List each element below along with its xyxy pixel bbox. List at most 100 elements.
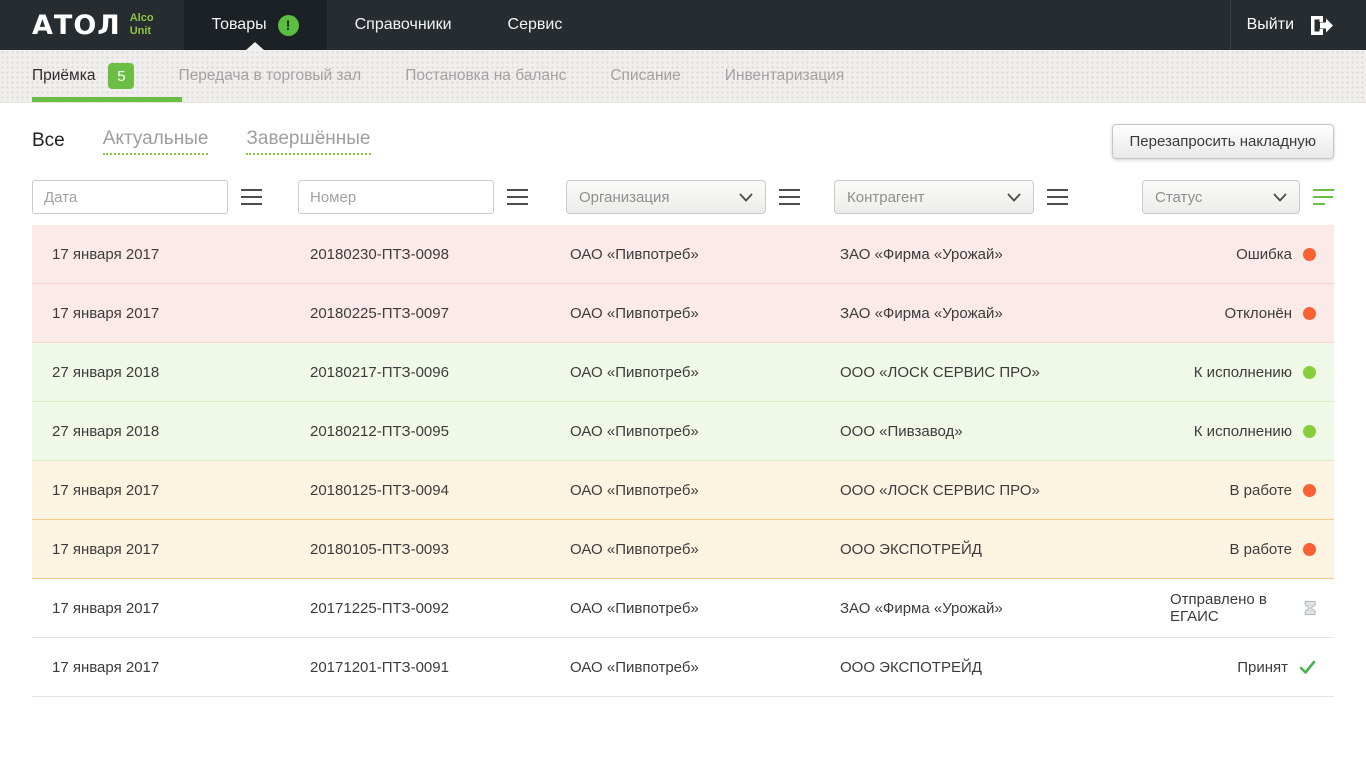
main-menu: Товары ! Справочники Сервис [184,0,591,50]
status-label: Принят [1237,659,1288,676]
menu-item-service-label: Сервис [508,16,563,34]
navbar-spacer [590,0,1229,50]
logout-icon [1307,12,1334,39]
row-organization: ОАО «Пивпотреб» [570,246,840,263]
table-row[interactable]: 17 января 2017 20171201-ПТЗ-0091 ОАО «Пи… [32,638,1334,697]
counterparty-dropdown[interactable]: Контрагент [834,180,1034,214]
status-label: Ошибка [1236,246,1292,263]
status-dot-icon [1303,366,1316,379]
tab-priemka-label: Приёмка [32,67,95,85]
menu-item-directories[interactable]: Справочники [327,0,480,50]
table-row[interactable]: 17 января 2017 20180230-ПТЗ-0098 ОАО «Пи… [32,225,1334,284]
status-label: К исполнению [1194,423,1292,440]
number-filter-input[interactable] [298,180,494,214]
row-date: 27 января 2018 [52,364,310,381]
tab-inventarizaciya[interactable]: Инвентаризация [725,50,844,102]
alco-unit-label: AlcoUnit [130,12,154,38]
view-filter-row: Все Актуальные Завершённые Перезапросить… [32,123,1334,159]
chevron-down-icon [1273,193,1287,202]
tab-spisanie-label: Списание [610,67,680,85]
organization-dropdown[interactable]: Организация [566,180,766,214]
menu-item-goods-label: Товары [212,16,267,34]
organization-filter-menu-icon[interactable] [779,189,800,205]
row-date: 17 января 2017 [52,305,310,322]
tab-peredacha[interactable]: Передача в торговый зал [178,50,361,102]
row-counterparty: ООО ЭКСПОТРЕЙД [840,659,1170,676]
status-dot-icon [1303,425,1316,438]
row-date: 17 января 2017 [52,482,310,499]
row-number: 20180230-ПТЗ-0098 [310,246,570,263]
documents-table: 17 января 2017 20180230-ПТЗ-0098 ОАО «Пи… [32,225,1334,697]
table-row[interactable]: 17 января 2017 20180105-ПТЗ-0093 ОАО «Пи… [32,520,1334,579]
row-counterparty: ЗАО «Фирма «Урожай» [840,305,1170,322]
status-label: Отклонён [1225,305,1292,322]
row-number: 20180105-ПТЗ-0093 [310,541,570,558]
row-organization: ОАО «Пивпотреб» [570,541,840,558]
exclamation-badge-icon: ! [278,15,299,36]
status-label: Отправлено в ЕГАИС [1170,591,1293,625]
view-filter-finished[interactable]: Завершённые [246,128,370,155]
table-row[interactable]: 17 января 2017 20180125-ПТЗ-0094 ОАО «Пи… [32,461,1334,520]
chevron-down-icon [739,193,753,202]
tab-postanovka-label: Постановка на баланс [405,67,566,85]
counterparty-filter-menu-icon[interactable] [1047,189,1068,205]
status-dropdown[interactable]: Статус [1142,180,1300,214]
column-filter-row: Организация Контрагент Статус [32,180,1334,214]
row-number: 20171201-ПТЗ-0091 [310,659,570,676]
priemka-count-badge: 5 [108,63,134,89]
row-organization: ОАО «Пивпотреб» [570,659,840,676]
row-organization: ОАО «Пивпотреб» [570,482,840,499]
status-label: В работе [1229,482,1292,499]
atol-logo: АТОЛ [32,10,121,41]
row-organization: ОАО «Пивпотреб» [570,600,840,617]
organization-dropdown-label: Организация [579,189,669,206]
main-content: Все Актуальные Завершённые Перезапросить… [0,123,1366,697]
brand-logo: АТОЛ AlcoUnit [0,0,154,50]
counterparty-dropdown-label: Контрагент [847,189,925,206]
view-filter-all[interactable]: Все [32,130,65,152]
status-dot-icon [1303,307,1316,320]
row-counterparty: ЗАО «Фирма «Урожай» [840,600,1170,617]
table-row[interactable]: 27 января 2018 20180212-ПТЗ-0095 ОАО «Пи… [32,402,1334,461]
row-date: 17 января 2017 [52,659,310,676]
status-filter-menu-icon[interactable] [1313,189,1334,205]
row-counterparty: ООО «ЛОСК СЕРВИС ПРО» [840,364,1170,381]
top-navbar: АТОЛ AlcoUnit Товары ! Справочники Серви… [0,0,1366,50]
hourglass-icon [1304,599,1316,617]
date-filter-input[interactable] [32,180,228,214]
row-status: В работе [1170,541,1334,558]
row-organization: ОАО «Пивпотреб» [570,423,840,440]
logout-button[interactable]: Выйти [1230,0,1366,50]
tab-inventarizaciya-label: Инвентаризация [725,67,844,85]
view-filter-actual[interactable]: Актуальные [103,128,209,155]
row-date: 17 января 2017 [52,541,310,558]
row-counterparty: ООО ЭКСПОТРЕЙД [840,541,1170,558]
row-number: 20180217-ПТЗ-0096 [310,364,570,381]
number-filter-menu-icon[interactable] [507,189,528,205]
status-label: К исполнению [1194,364,1292,381]
status-dropdown-label: Статус [1155,189,1202,206]
menu-item-goods[interactable]: Товары ! [184,0,327,50]
row-status: К исполнению [1170,423,1334,440]
date-filter-menu-icon[interactable] [241,189,262,205]
table-row[interactable]: 17 января 2017 20171225-ПТЗ-0092 ОАО «Пи… [32,579,1334,638]
row-status: Ошибка [1170,246,1334,263]
requery-invoice-button[interactable]: Перезапросить накладную [1112,124,1334,159]
row-status: Принят [1170,659,1334,676]
row-date: 27 января 2018 [52,423,310,440]
section-tabs: Приёмка 5 Передача в торговый зал Постан… [0,50,1366,103]
tab-spisanie[interactable]: Списание [610,50,680,102]
menu-item-directories-label: Справочники [355,16,452,34]
row-counterparty: ЗАО «Фирма «Урожай» [840,246,1170,263]
tab-peredacha-label: Передача в торговый зал [178,67,361,85]
tab-postanovka[interactable]: Постановка на баланс [405,50,566,102]
row-status: В работе [1170,482,1334,499]
check-icon [1299,660,1316,675]
table-row[interactable]: 27 января 2018 20180217-ПТЗ-0096 ОАО «Пи… [32,343,1334,402]
row-date: 17 января 2017 [52,600,310,617]
table-row[interactable]: 17 января 2017 20180225-ПТЗ-0097 ОАО «Пи… [32,284,1334,343]
tab-priemka[interactable]: Приёмка 5 [32,50,134,102]
row-number: 20171225-ПТЗ-0092 [310,600,570,617]
menu-item-service[interactable]: Сервис [480,0,591,50]
row-number: 20180225-ПТЗ-0097 [310,305,570,322]
